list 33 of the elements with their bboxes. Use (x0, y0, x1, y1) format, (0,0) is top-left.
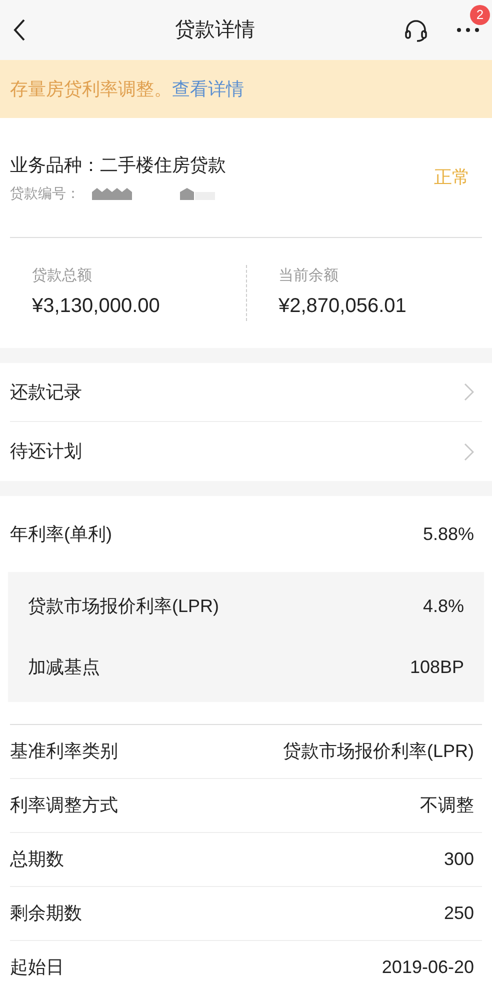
detail-label: 总期数 (10, 848, 64, 871)
chevron-right-icon (464, 442, 474, 460)
detail-label: 基准利率类别 (10, 740, 118, 763)
menu-item[interactable]: 待还计划 (10, 422, 482, 481)
detail-label: 起始日 (10, 956, 64, 979)
back-icon[interactable] (12, 18, 26, 42)
detail-label: 利率调整方式 (10, 794, 118, 817)
amount-value: ¥2,870,056.01 (278, 294, 408, 320)
rate-component-value: 108BP (410, 656, 464, 679)
rate-component-label: 贷款市场报价利率(LPR) (28, 595, 220, 618)
notice-text: 存量房贷利率调整。 (10, 78, 172, 100)
detail-value: 250 (444, 902, 474, 925)
amount-value: ¥3,130,000.00 (32, 294, 161, 320)
detail-value: 2019-06-20 (382, 956, 474, 979)
page-title: 贷款详情 (175, 18, 255, 43)
status-label: 正常 (434, 166, 470, 189)
rate-value: 5.88% (422, 522, 474, 546)
rate-component-value: 4.8% (422, 595, 464, 618)
menu-item[interactable]: 还款记录 (10, 363, 482, 422)
headset-icon[interactable] (404, 18, 428, 42)
chevron-right-icon (464, 383, 474, 401)
amount-label: 贷款总额 (32, 266, 93, 286)
rate-label: 年利率(单利) (10, 522, 112, 546)
product-type: 业务品种：二手楼住房贷款 (10, 154, 226, 176)
amount-label: 当前余额 (278, 266, 340, 286)
detail-value: 不调整 (420, 794, 474, 817)
detail-label: 剩余期数 (10, 902, 82, 925)
rate-component-label: 加减基点 (28, 656, 100, 679)
detail-value: 贷款市场报价利率(LPR) (282, 740, 474, 763)
notification-badge: 2 (470, 5, 490, 25)
detail-value: 300 (444, 848, 474, 871)
more-icon[interactable] (456, 27, 480, 33)
loan-number-label: 贷款编号： (10, 184, 80, 202)
